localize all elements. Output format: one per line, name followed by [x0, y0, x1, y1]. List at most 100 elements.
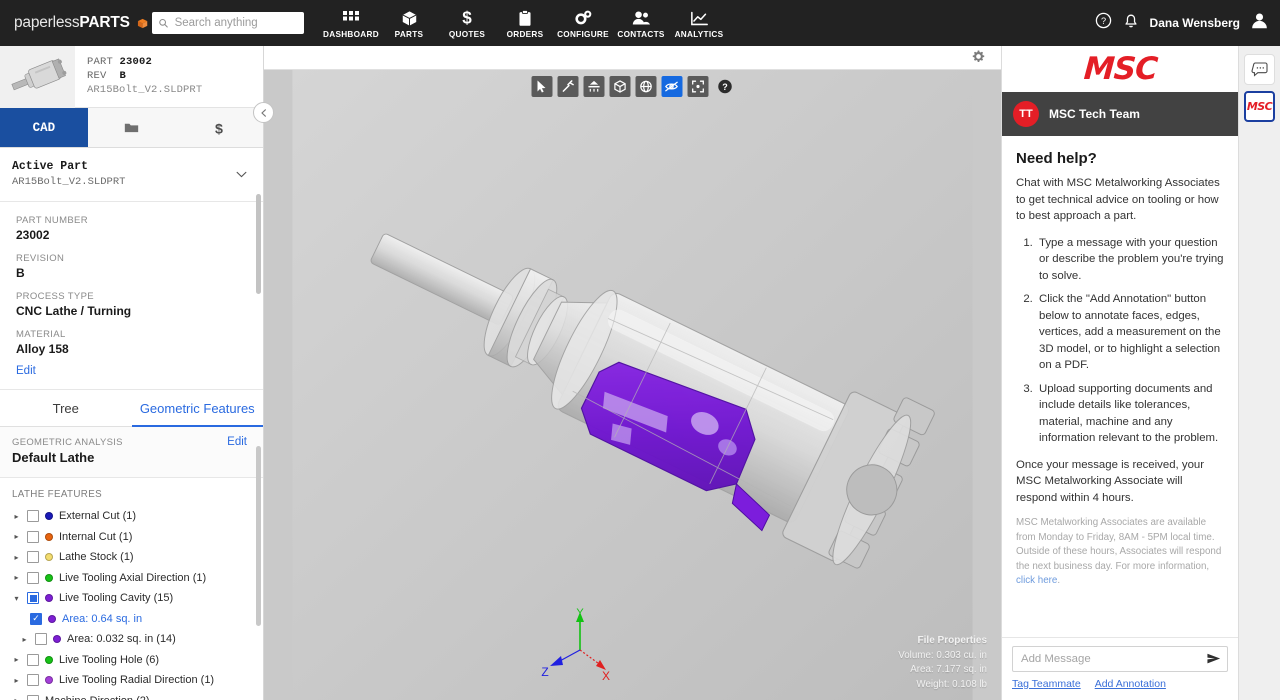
fit-tool-button[interactable]	[687, 76, 708, 97]
feature-row-machine-direction[interactable]: ▸ Machine Direction (2)	[0, 691, 263, 700]
brand-logo[interactable]: paperlessPARTS	[0, 14, 148, 33]
active-part-text: Active Part AR15Bolt_V2.SLDPRT	[12, 159, 125, 190]
chevron-right-icon[interactable]: ▸	[12, 512, 21, 521]
viewer-toolbar: ?	[531, 76, 734, 97]
search-input[interactable]	[174, 17, 298, 29]
chevron-down-icon	[236, 169, 247, 181]
feature-row-internal-cut[interactable]: ▸ Internal Cut (1)	[0, 527, 263, 548]
feature-checkbox[interactable]	[35, 633, 47, 646]
chevron-right-icon[interactable]: ▸	[12, 553, 21, 562]
edit-analysis-link[interactable]: Edit	[227, 436, 247, 448]
nav-item-orders[interactable]: ORDERS	[496, 8, 554, 39]
feature-checkbox[interactable]	[27, 571, 39, 584]
brand-bold: PARTS	[79, 14, 130, 31]
feature-row-live-tooling-cavity[interactable]: ▾ Live Tooling Cavity (15)	[0, 588, 263, 609]
chevron-right-icon[interactable]: ▸	[12, 696, 21, 700]
box-view-tool-button[interactable]	[609, 76, 630, 97]
tab-tree[interactable]: Tree	[0, 390, 132, 426]
chevron-right-icon[interactable]: ▸	[12, 573, 21, 582]
nav-label: PARTS	[394, 29, 424, 39]
feature-checkbox[interactable]: ✓	[30, 612, 42, 625]
property-value: CNC Lathe / Turning	[16, 304, 132, 318]
property-material: MATERIAL Alloy 158	[16, 328, 263, 357]
chat-bubble-icon	[1251, 62, 1268, 77]
feature-row-live-tooling-hole[interactable]: ▸ Live Tooling Hole (6)	[0, 650, 263, 671]
avatar-icon[interactable]	[1251, 12, 1268, 34]
select-tool-button[interactable]	[531, 76, 552, 97]
global-search[interactable]	[152, 12, 304, 34]
part-thumbnail	[0, 46, 75, 108]
nav-label: ANALYTICS	[674, 29, 724, 39]
feature-tree: LATHE FEATURES ▸ External Cut (1) ▸ Inte…	[0, 478, 263, 700]
chevron-right-icon[interactable]: ▸	[20, 635, 29, 644]
feature-color-dot	[45, 573, 53, 582]
globe-view-tool-button[interactable]	[635, 76, 656, 97]
feature-checkbox[interactable]	[27, 592, 39, 605]
feature-checkbox[interactable]	[27, 674, 39, 687]
property-value: 23002	[16, 228, 50, 242]
feature-label: Live Tooling Hole (6)	[59, 653, 160, 666]
chevron-right-icon[interactable]: ▸	[12, 655, 21, 664]
feature-checkbox[interactable]	[27, 530, 39, 543]
bell-icon[interactable]	[1123, 12, 1139, 34]
nav-item-dashboard[interactable]: DASHBOARD	[322, 8, 380, 39]
edit-properties-link[interactable]: Edit	[16, 365, 36, 377]
tab-geometric-features[interactable]: Geometric Features	[131, 390, 264, 427]
nav-item-quotes[interactable]: $ QUOTES	[438, 8, 496, 39]
nav-item-parts[interactable]: PARTS	[380, 8, 438, 39]
nav-item-contacts[interactable]: CONTACTS	[612, 8, 670, 39]
active-part-selector[interactable]: Active Part AR15Bolt_V2.SLDPRT	[0, 148, 263, 202]
rev-row: REV B	[87, 69, 202, 83]
feature-row-live-tooling-axial-direction[interactable]: ▸ Live Tooling Axial Direction (1)	[0, 568, 263, 589]
hide-tool-button[interactable]	[661, 76, 682, 97]
feature-checkbox[interactable]	[27, 510, 39, 523]
right-rail: MSC	[1238, 46, 1280, 700]
top-navigation-bar: paperlessPARTS Search anything DASHBOARD…	[0, 0, 1280, 46]
chat-note-end: .	[1057, 575, 1061, 586]
dollar-icon: $	[215, 121, 223, 136]
chevron-right-icon[interactable]: ▸	[12, 676, 21, 685]
message-input-box[interactable]	[1012, 646, 1228, 672]
analysis-value: Default Lathe	[12, 450, 95, 465]
left-panel-scrollbar-lower[interactable]	[256, 446, 261, 626]
property-part-number: PART NUMBER 23002	[16, 214, 263, 243]
feature-checkbox[interactable]	[27, 551, 39, 564]
chevron-down-icon[interactable]: ▾	[12, 594, 21, 603]
nav-item-analytics[interactable]: ANALYTICS	[670, 8, 728, 39]
axis-label-x: X	[602, 669, 610, 682]
nav-label: CONFIGURE	[557, 29, 609, 39]
axis-label-y: Y	[576, 607, 584, 619]
tab-pricing[interactable]: $	[175, 108, 264, 147]
collapse-panel-button[interactable]	[253, 102, 274, 123]
chat-note-link[interactable]: click here	[1016, 575, 1057, 586]
nav-label: QUOTES	[448, 29, 486, 39]
feature-row-live-tooling-radial-direction[interactable]: ▸ Live Tooling Radial Direction (1)	[0, 670, 263, 691]
section-tool-button[interactable]	[583, 76, 604, 97]
tab-cad[interactable]: CAD	[0, 108, 88, 147]
send-icon[interactable]	[1201, 652, 1221, 667]
feature-row-lathe-stock[interactable]: ▸ Lathe Stock (1)	[0, 547, 263, 568]
cad-viewer[interactable]: ? Y X Z File Properties Volume: 0.303 cu…	[264, 46, 1001, 700]
question-circle-icon[interactable]: ?	[1095, 12, 1112, 34]
property-label: PROCESS TYPE	[16, 291, 94, 302]
feature-checkbox[interactable]	[27, 694, 39, 700]
tag-teammate-link[interactable]: Tag Teammate	[1012, 678, 1081, 690]
rail-msc-button[interactable]: MSC	[1244, 91, 1275, 122]
gear-icon[interactable]	[972, 50, 985, 66]
nav-item-configure[interactable]: CONFIGURE	[554, 8, 612, 39]
rail-chat-button[interactable]	[1244, 54, 1275, 85]
cad-model-render[interactable]	[264, 70, 1001, 700]
feature-checkbox[interactable]	[27, 653, 39, 666]
main-body: PART 23002 REV B AR15Bolt_V2.SLDPRT CAD	[0, 46, 1280, 700]
feature-row-area-0032[interactable]: ▸ Area: 0.032 sq. in (14)	[0, 629, 263, 650]
box-icon	[137, 18, 148, 28]
feature-row-external-cut[interactable]: ▸ External Cut (1)	[0, 506, 263, 527]
left-panel-scrollbar-upper[interactable]	[256, 194, 261, 294]
message-input[interactable]	[1021, 653, 1201, 665]
feature-row-area-064[interactable]: ✓ Area: 0.64 sq. in	[0, 609, 263, 630]
tab-documents[interactable]	[87, 108, 176, 147]
add-annotation-link[interactable]: Add Annotation	[1095, 678, 1166, 690]
viewer-help-button[interactable]: ?	[716, 78, 734, 96]
measure-tool-button[interactable]	[557, 76, 578, 97]
chevron-right-icon[interactable]: ▸	[12, 532, 21, 541]
